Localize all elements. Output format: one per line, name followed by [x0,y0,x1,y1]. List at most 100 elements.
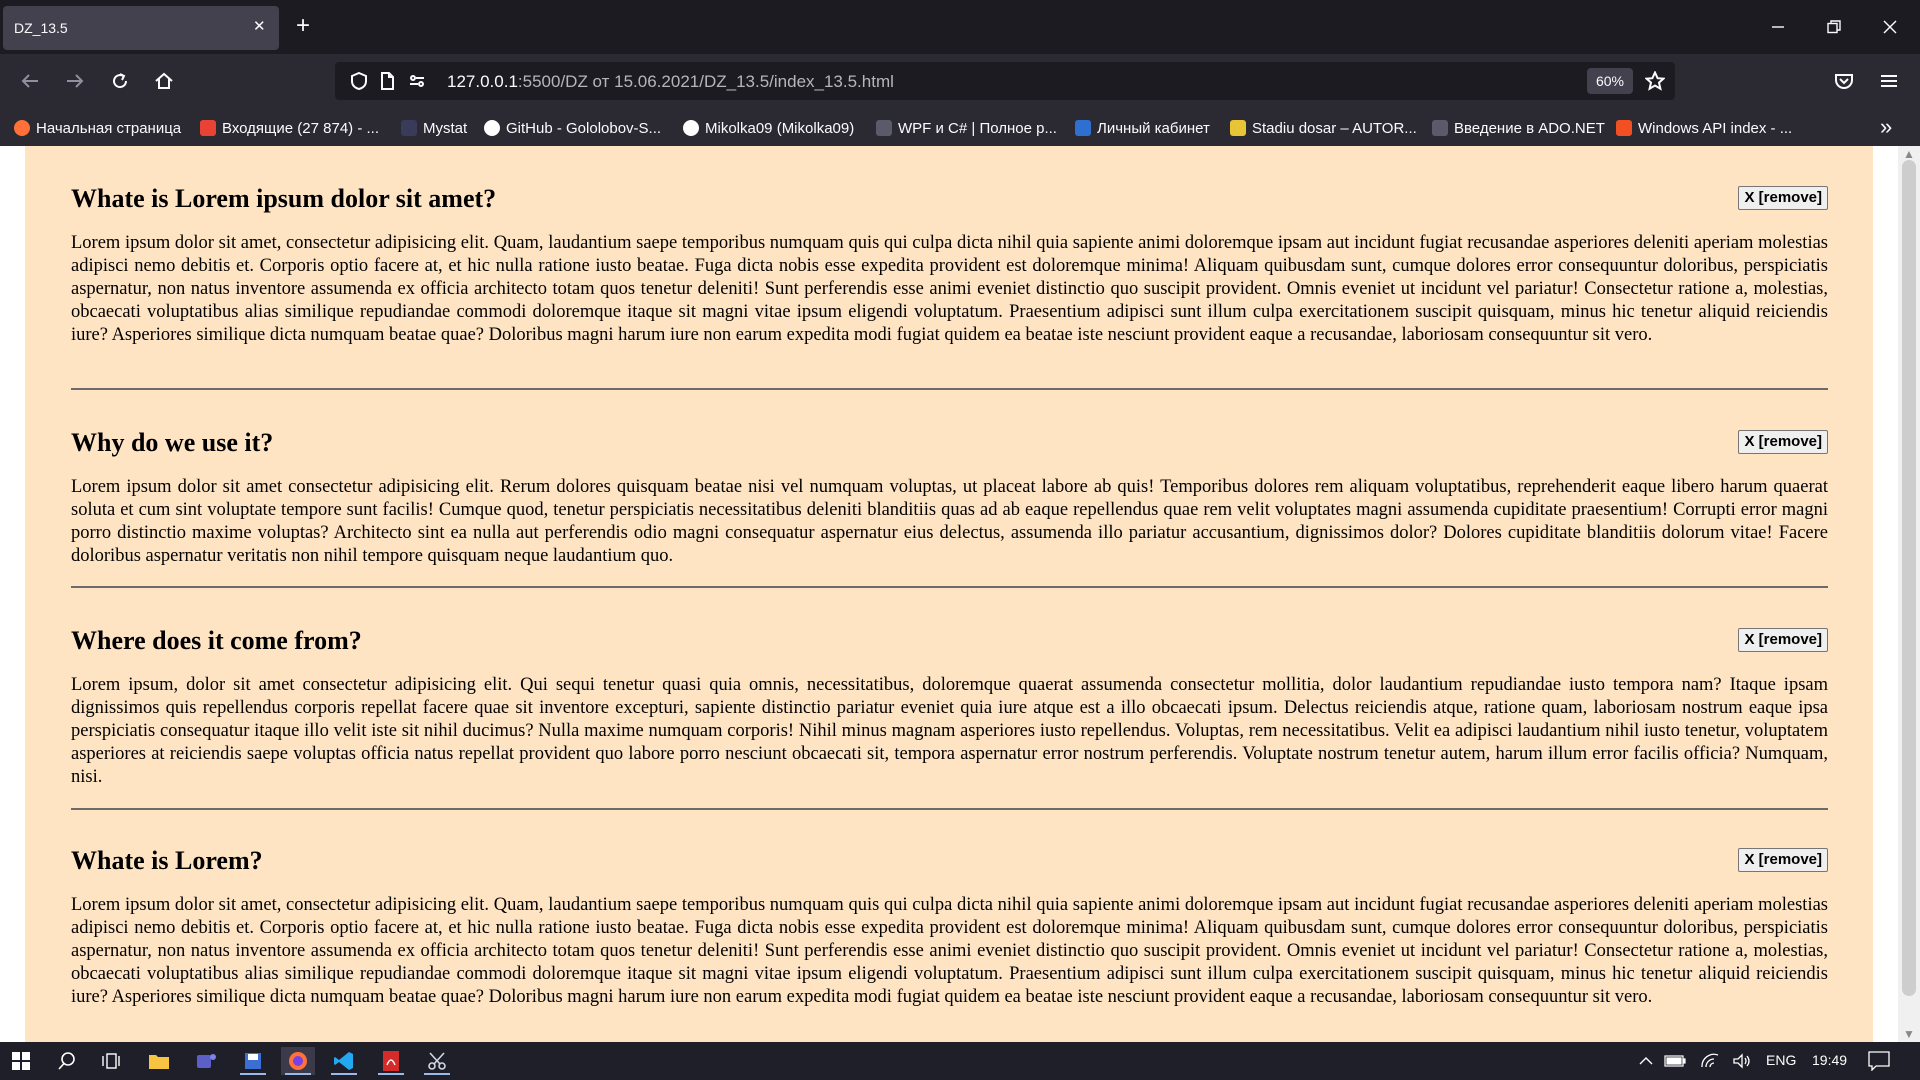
article-text: Lorem ipsum dolor sit amet consectetur a… [71,477,1828,566]
pdf-reader-icon[interactable] [374,1047,408,1075]
bookmark-start-page[interactable]: Начальная страница [14,117,181,139]
remove-button[interactable]: X [remove] [1738,430,1828,454]
permissions-icon[interactable] [403,67,431,95]
bookmark-mystat[interactable]: Mystat [401,117,467,139]
snipping-tool-icon[interactable] [420,1047,454,1075]
url-host: 127.0.0.1 [447,72,518,91]
firefox-icon [14,120,30,136]
address-bar[interactable]: 127.0.0.1:5500/DZ от 15.06.2021/DZ_13.5/… [335,62,1675,100]
windows-start-icon[interactable] [4,1047,38,1075]
pocket-icon[interactable] [1830,67,1858,95]
page-icon[interactable] [373,67,401,95]
article-text: Lorem ipsum, dolor sit amet consectetur … [71,675,1828,787]
active-indicator [285,1073,311,1075]
close-window-icon[interactable] [1862,0,1918,54]
language-indicator[interactable]: ENG [1766,1052,1796,1068]
file-explorer-icon[interactable] [142,1047,176,1075]
bookmark-gmail[interactable]: Входящие (27 874) - ... [200,117,379,139]
article-text: Lorem ipsum dolor sit amet, consectetur … [71,895,1828,1007]
navigation-toolbar: 127.0.0.1:5500/DZ от 15.06.2021/DZ_13.5/… [0,54,1920,108]
shield-icon[interactable] [345,67,373,95]
minimize-icon[interactable] [1750,0,1806,54]
scroll-down-icon[interactable]: ▼ [1903,1028,1915,1040]
teams-icon[interactable] [189,1047,223,1075]
task-view-icon[interactable] [94,1047,128,1075]
bookmark-label: Stadiu dosar – AUTOR... [1252,119,1417,137]
active-indicator [424,1073,450,1075]
bookmark-stadiu-dosar[interactable]: Stadiu dosar – AUTOR... [1230,117,1417,139]
battery-icon[interactable] [1662,1047,1688,1075]
vertical-scrollbar[interactable]: ▲ ▼ [1898,146,1920,1042]
bookmark-windows-api[interactable]: Windows API index - ... [1616,117,1792,139]
remove-button[interactable]: X [remove] [1738,628,1828,652]
page-icon [876,120,892,136]
scroll-up-icon[interactable]: ▲ [1903,148,1915,160]
article-title: Whate is Lorem ipsum dolor sit amet? [71,184,497,213]
article-card: Whate is Lorem ipsum dolor sit amet? X [… [71,184,1828,390]
remove-button[interactable]: X [remove] [1738,186,1828,210]
page-icon [1432,120,1448,136]
tab-title: DZ_13.5 [14,20,68,36]
tab-strip: DZ_13.5 ✕ + [0,0,1920,54]
article-title: Where does it come from? [71,626,362,655]
bookmark-personal-account[interactable]: Личный кабинет [1075,117,1210,139]
url-text[interactable]: 127.0.0.1:5500/DZ от 15.06.2021/DZ_13.5/… [447,72,894,92]
article-title: Why do we use it? [71,428,274,457]
save-disk-icon[interactable] [236,1047,270,1075]
bookmark-label: Введение в ADO.NET [1454,119,1605,137]
volume-icon[interactable] [1729,1047,1755,1075]
bookmark-ado-net[interactable]: Введение в ADO.NET [1432,117,1605,139]
menu-hamburger-icon[interactable] [1875,67,1903,95]
search-icon[interactable] [50,1047,84,1075]
firefox-icon[interactable] [281,1047,315,1075]
back-arrow-icon[interactable] [16,67,44,95]
new-tab-button[interactable]: + [296,12,310,40]
github-icon [683,120,699,136]
vscode-icon[interactable] [327,1047,361,1075]
mystat-icon [401,120,417,136]
page-viewport: Whate is Lorem ipsum dolor sit amet? X [… [0,146,1898,1042]
bookmark-wpf-csharp[interactable]: WPF и C# | Полное р... [876,117,1057,139]
active-indicator [331,1073,357,1075]
bookmark-label: Windows API index - ... [1638,119,1793,137]
bookmark-label: Входящие (27 874) - ... [222,119,379,137]
chevron-up-icon[interactable] [1634,1047,1658,1075]
windows-taskbar: ENG 19:49 [0,1042,1920,1080]
page-body: Whate is Lorem ipsum dolor sit amet? X [… [25,146,1873,1042]
wifi-icon[interactable] [1697,1047,1723,1075]
scrollbar-thumb[interactable] [1902,160,1916,996]
bookmark-label: Личный кабинет [1097,119,1210,137]
forward-arrow-icon[interactable] [61,67,89,95]
chevron-more-icon[interactable]: » [1880,116,1892,138]
gmail-icon [200,120,216,136]
url-path: :5500/DZ от 15.06.2021/DZ_13.5/index_13.… [517,72,894,91]
restore-icon[interactable] [1806,0,1862,54]
active-indicator [240,1073,266,1075]
github-icon [484,120,500,136]
bookmark-github-mikolka09[interactable]: Mikolka09 (Mikolka09) [683,117,854,139]
article-title: Whate is Lorem? [71,846,263,875]
notifications-icon[interactable] [1862,1047,1896,1075]
account-icon [1075,120,1091,136]
star-bookmark-icon[interactable] [1641,67,1669,95]
active-indicator [378,1073,404,1075]
bookmark-label: Mikolka09 (Mikolka09) [705,119,855,137]
article-text: Lorem ipsum dolor sit amet, consectetur … [71,233,1828,345]
reload-icon[interactable] [106,67,134,95]
bookmark-label: WPF и C# | Полное р... [898,119,1057,137]
article-card: Whate is Lorem? X [remove] Lorem ipsum d… [71,846,1828,1042]
close-tab-icon[interactable]: ✕ [253,18,266,36]
bookmark-github-gololobov[interactable]: GitHub - Gololobov-S... [484,117,661,139]
bookmark-label: GitHub - Gololobov-S... [506,119,662,137]
zoom-level-badge[interactable]: 60% [1587,68,1633,94]
article-card: Why do we use it? X [remove] Lorem ipsum… [71,428,1828,588]
home-icon[interactable] [150,67,178,95]
bookmark-label: Начальная страница [36,119,182,137]
bookmarks-toolbar: Начальная страница Входящие (27 874) - .… [0,108,1920,146]
tab-dz-13-5[interactable]: DZ_13.5 ✕ [3,6,279,50]
remove-button[interactable]: X [remove] [1738,848,1828,872]
bookmark-label: Mystat [423,119,468,137]
coat-of-arms-icon [1230,120,1246,136]
clock[interactable]: 19:49 [1812,1052,1847,1068]
microsoft-icon [1616,120,1632,136]
